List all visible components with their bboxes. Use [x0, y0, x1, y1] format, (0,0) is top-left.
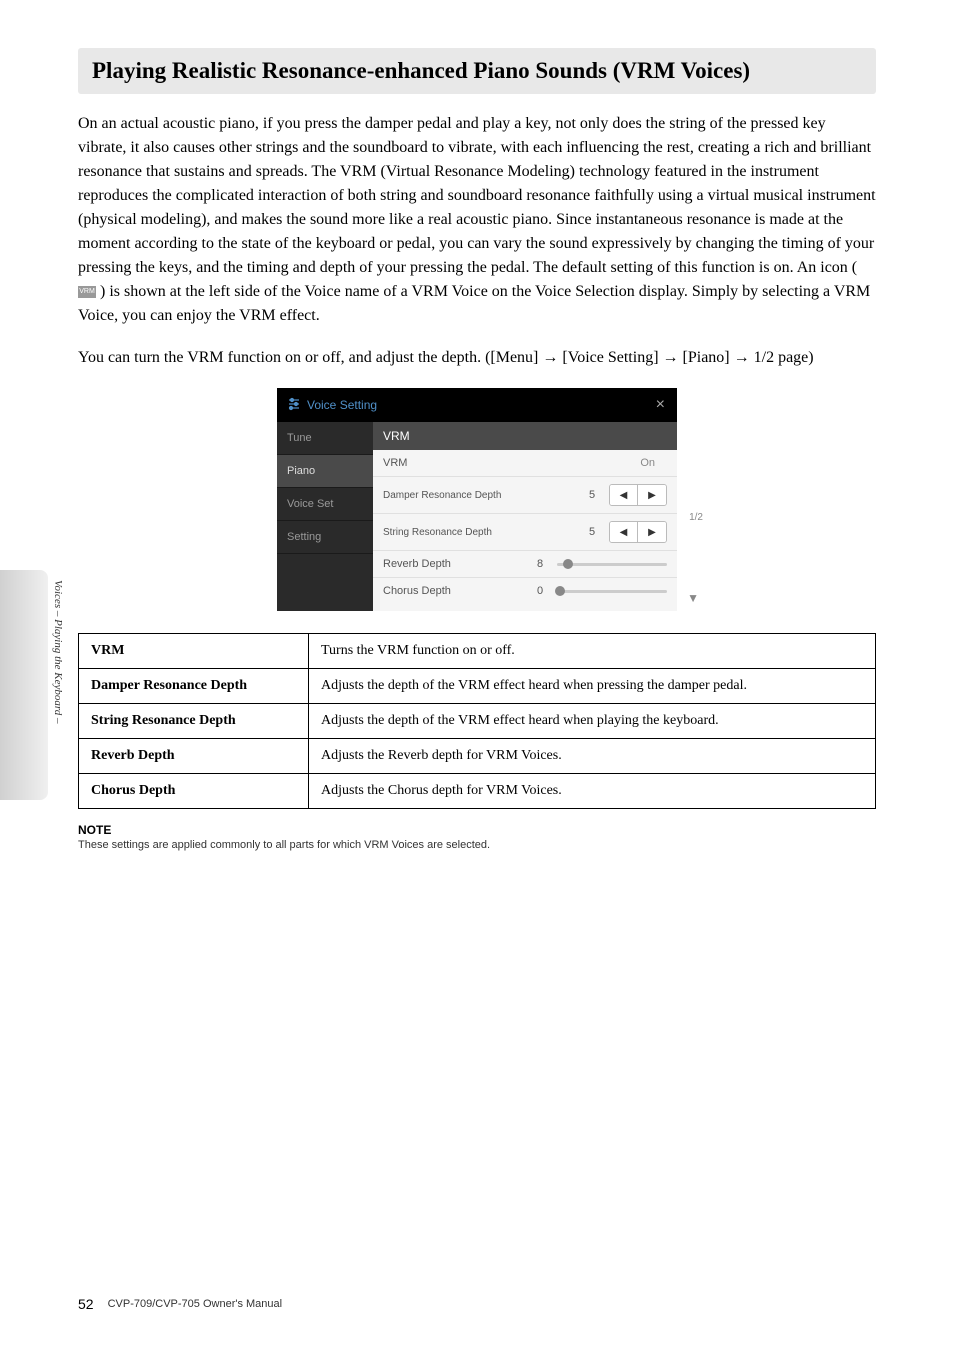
sidebar-item-setting[interactable]: Setting — [277, 521, 373, 554]
chorus-label: Chorus Depth — [383, 585, 531, 597]
string-decrement-button[interactable]: ◀ — [610, 522, 638, 542]
damper-decrement-button[interactable]: ◀ — [610, 485, 638, 505]
setting-row-damper: Damper Resonance Depth 5 ◀ ▶ — [373, 477, 677, 514]
screen-title: Voice Setting — [307, 398, 377, 412]
down-arrow-icon[interactable]: ▼ — [687, 591, 699, 605]
damper-increment-button[interactable]: ▶ — [638, 485, 666, 505]
table-row: Reverb Depth Adjusts the Reverb depth fo… — [79, 739, 876, 774]
vrm-inline-icon: VRM — [78, 286, 96, 298]
setting-row-vrm: VRM On — [373, 450, 677, 477]
paragraph-1-a: On an actual acoustic piano, if you pres… — [78, 115, 876, 276]
paragraph-2: You can turn the VRM function on or off,… — [78, 346, 876, 370]
table-cell-desc: Turns the VRM function on or off. — [309, 634, 876, 669]
setting-row-string: String Resonance Depth 5 ◀ ▶ — [373, 514, 677, 551]
table-cell-desc: Adjusts the Chorus depth for VRM Voices. — [309, 774, 876, 809]
paragraph-1-b: ) is shown at the left side of the Voice… — [78, 283, 870, 324]
chorus-slider[interactable] — [557, 590, 667, 593]
vrm-status[interactable]: On — [640, 457, 655, 469]
table-cell-name: Damper Resonance Depth — [79, 669, 309, 704]
string-stepper[interactable]: ◀ ▶ — [609, 521, 667, 543]
paragraph-1: On an actual acoustic piano, if you pres… — [78, 112, 876, 328]
chorus-slider-thumb[interactable] — [555, 586, 565, 596]
section-title: Playing Realistic Resonance-enhanced Pia… — [92, 58, 862, 84]
vrm-label: VRM — [383, 457, 640, 469]
string-label: String Resonance Depth — [383, 527, 583, 538]
table-cell-desc: Adjusts the depth of the VRM effect hear… — [309, 669, 876, 704]
reverb-slider[interactable] — [557, 563, 667, 566]
table-cell-name: VRM — [79, 634, 309, 669]
setting-row-reverb: Reverb Depth 8 — [373, 551, 677, 578]
page-indicator: 1/2 — [689, 512, 703, 523]
string-increment-button[interactable]: ▶ — [638, 522, 666, 542]
setting-row-chorus: Chorus Depth 0 — [373, 578, 677, 611]
reverb-value: 8 — [531, 558, 549, 570]
table-row: VRM Turns the VRM function on or off. — [79, 634, 876, 669]
page-footer: 52 CVP-709/CVP-705 Owner's Manual — [78, 1296, 282, 1312]
section-title-bar: Playing Realistic Resonance-enhanced Pia… — [78, 48, 876, 94]
note-heading: NOTE — [78, 823, 876, 837]
table-cell-name: Chorus Depth — [79, 774, 309, 809]
chorus-value: 0 — [531, 585, 549, 597]
screen-header: Voice Setting × — [277, 388, 677, 422]
sidebar-item-piano[interactable]: Piano — [277, 455, 373, 488]
description-table: VRM Turns the VRM function on or off. Da… — [78, 633, 876, 809]
page-number: 52 — [78, 1296, 94, 1312]
table-cell-name: Reverb Depth — [79, 739, 309, 774]
screen-main: VRM VRM On Damper Resonance Depth 5 ◀ ▶ … — [373, 422, 677, 611]
table-row: Damper Resonance Depth Adjusts the depth… — [79, 669, 876, 704]
table-cell-desc: Adjusts the Reverb depth for VRM Voices. — [309, 739, 876, 774]
table-cell-name: String Resonance Depth — [79, 704, 309, 739]
side-tab-text: Voices – Playing the Keyboard – — [52, 580, 64, 723]
sidebar-item-voice-set[interactable]: Voice Set — [277, 488, 373, 521]
table-cell-desc: Adjusts the depth of the VRM effect hear… — [309, 704, 876, 739]
table-row: String Resonance Depth Adjusts the depth… — [79, 704, 876, 739]
table-row: Chorus Depth Adjusts the Chorus depth fo… — [79, 774, 876, 809]
string-value: 5 — [583, 526, 601, 538]
main-section-header: VRM — [373, 422, 677, 450]
damper-label: Damper Resonance Depth — [383, 490, 583, 501]
reverb-slider-thumb[interactable] — [563, 559, 573, 569]
close-icon[interactable]: × — [656, 396, 667, 414]
note-text: These settings are applied commonly to a… — [78, 839, 876, 851]
manual-name: CVP-709/CVP-705 Owner's Manual — [108, 1298, 283, 1310]
damper-value: 5 — [583, 489, 601, 501]
damper-stepper[interactable]: ◀ ▶ — [609, 484, 667, 506]
sliders-icon — [287, 397, 301, 414]
device-screenshot: Voice Setting × Tune Piano Voice Set Set… — [277, 388, 677, 611]
sidebar-item-tune[interactable]: Tune — [277, 422, 373, 455]
side-tab — [0, 570, 48, 800]
reverb-label: Reverb Depth — [383, 558, 531, 570]
screen-sidebar: Tune Piano Voice Set Setting — [277, 422, 373, 611]
